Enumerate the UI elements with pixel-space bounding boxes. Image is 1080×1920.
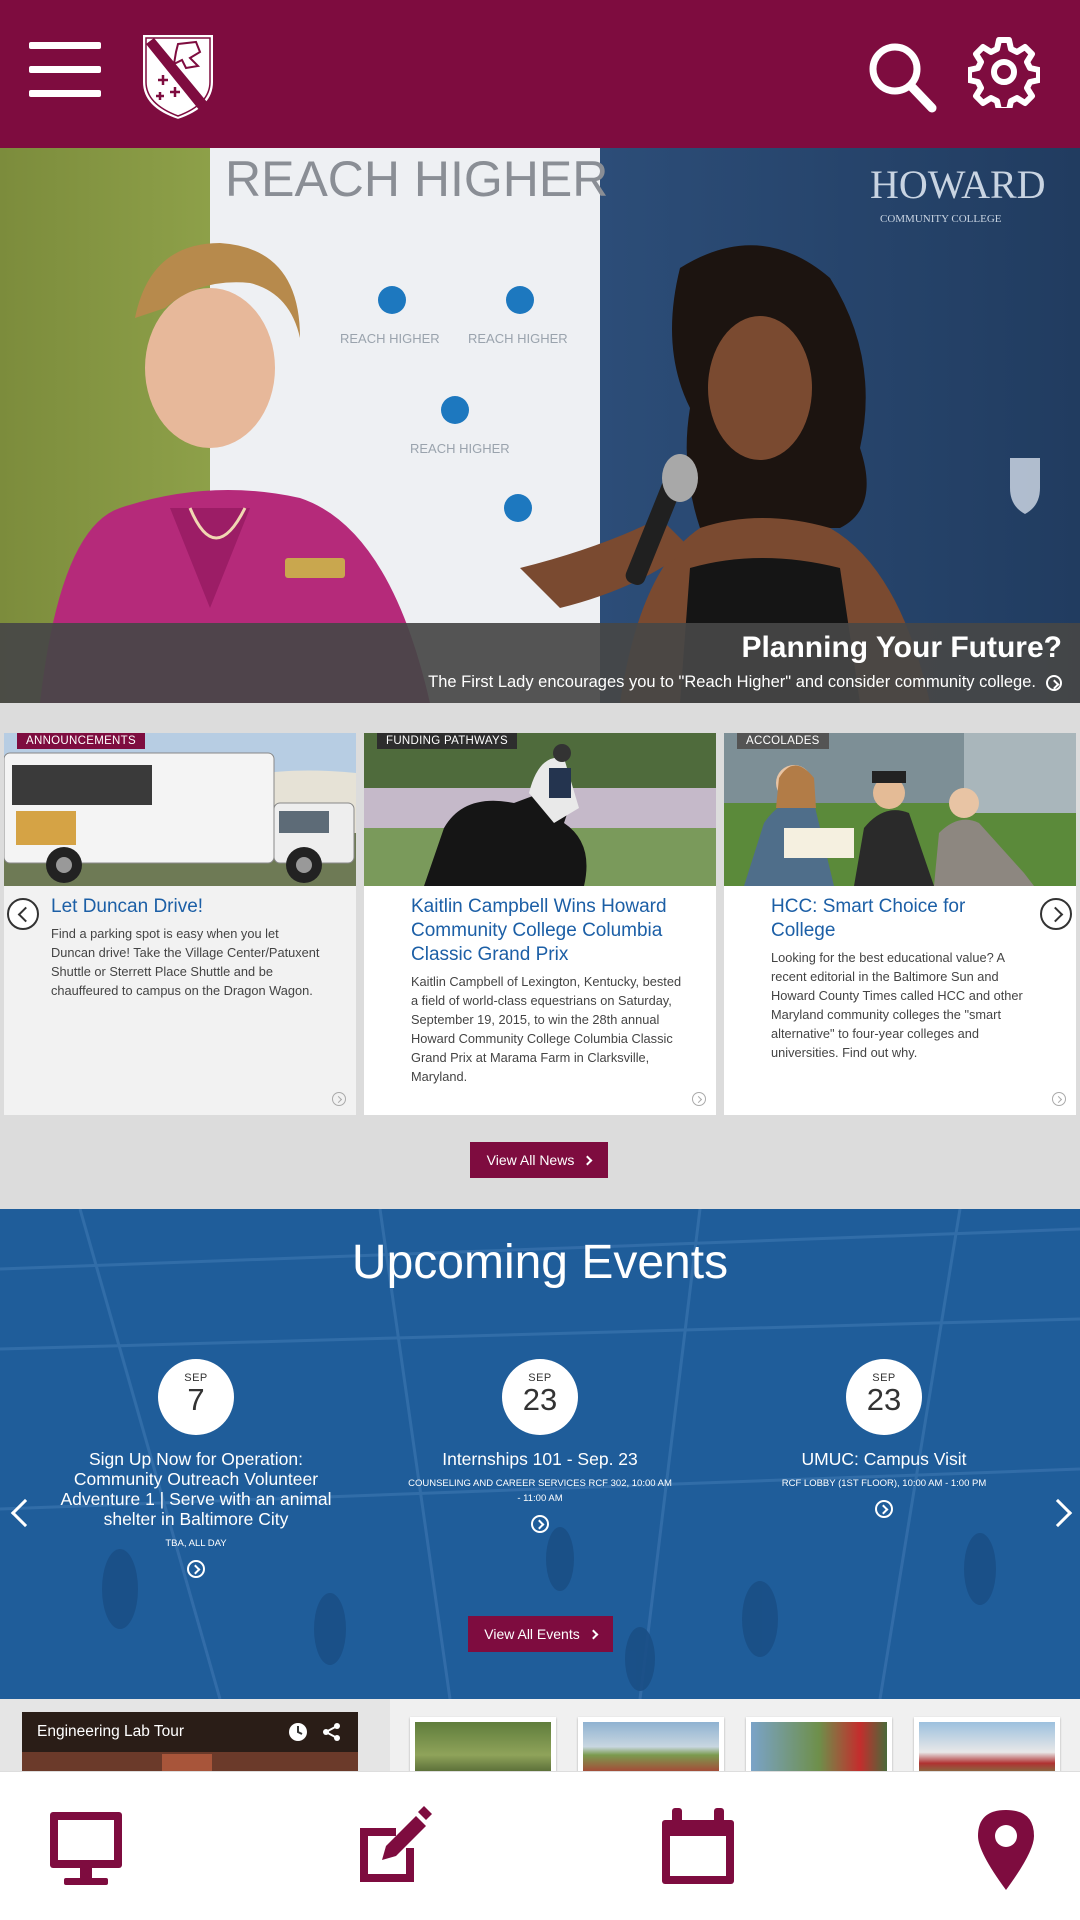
video-title: Engineering Lab Tour (37, 1723, 185, 1740)
gallery-thumbnail[interactable] (410, 1717, 556, 1771)
edit-icon[interactable] (352, 1806, 432, 1890)
hero-subtitle-text: The First Lady encourages you to "Reach … (428, 673, 1036, 691)
location-pin-icon[interactable] (966, 1806, 1046, 1890)
app-header (0, 0, 1080, 148)
search-icon[interactable] (866, 40, 938, 114)
news-card[interactable]: ANNOUNCEMENTS Let Duncan Drive! Find a p… (4, 733, 356, 1115)
event-title[interactable]: Sign Up Now for Operation: Community Out… (51, 1449, 341, 1529)
event-date-badge: SEP 23 (846, 1359, 922, 1435)
news-card-title[interactable]: Kaitlin Campbell Wins Howard Community C… (411, 895, 701, 967)
circle-arrow-icon[interactable] (332, 1092, 346, 1106)
hero-banner[interactable]: REACH HIGHER REACH HIGHER REACH HIGHER R… (0, 148, 1080, 703)
news-card-body: Find a parking spot is easy when you let… (51, 926, 320, 998)
svg-text:REACH HIGHER: REACH HIGHER (410, 441, 510, 456)
news-card-image: FUNDING PATHWAYS (364, 733, 716, 886)
gear-icon[interactable] (968, 36, 1040, 108)
svg-text:COMMUNITY COLLEGE: COMMUNITY COLLEGE (880, 213, 1002, 225)
news-card-image: ACCOLADES (724, 733, 1076, 886)
circle-arrow-icon[interactable] (1052, 1092, 1066, 1106)
hero-subtitle: The First Lady encourages you to "Reach … (428, 673, 1062, 692)
desktop-icon[interactable] (46, 1806, 126, 1890)
event-day: 23 (522, 1382, 558, 1417)
clock-icon[interactable] (288, 1722, 308, 1742)
news-card-title[interactable]: Let Duncan Drive! (51, 895, 331, 919)
event-title[interactable]: UMUC: Campus Visit (739, 1449, 1029, 1469)
bottom-tab-bar (0, 1771, 1080, 1920)
news-card-image: ANNOUNCEMENTS (4, 733, 356, 886)
news-card-body: Kaitlin Campbell of Lexington, Kentucky,… (411, 974, 682, 1084)
circle-arrow-icon[interactable] (875, 1500, 893, 1518)
hero-caption[interactable]: Planning Your Future? The First Lady enc… (0, 623, 1080, 703)
news-card[interactable]: ACCOLADES HCC: Smart Choice for College … (724, 733, 1076, 1115)
events-next-arrow-icon[interactable] (1050, 1494, 1072, 1530)
event-day: 7 (187, 1382, 205, 1417)
events-prev-arrow-icon[interactable] (8, 1494, 30, 1530)
event-location: COUNSELING AND CAREER SERVICES RCF 302, … (408, 1478, 672, 1504)
event-item[interactable]: SEP 7 Sign Up Now for Operation: Communi… (51, 1359, 341, 1578)
media-section: Engineering Lab Tour (0, 1699, 1080, 1771)
event-day: 23 (866, 1382, 902, 1417)
news-section: ANNOUNCEMENTS Let Duncan Drive! Find a p… (0, 703, 1080, 1209)
gallery-thumbnail[interactable] (746, 1717, 892, 1771)
svg-text:REACH HIGHER: REACH HIGHER (340, 331, 440, 346)
chevron-right-icon (588, 1629, 599, 1639)
news-card-tag: FUNDING PATHWAYS (377, 733, 517, 749)
hero-photo: REACH HIGHER REACH HIGHER REACH HIGHER R… (0, 148, 1080, 703)
circle-arrow-icon[interactable] (531, 1515, 549, 1533)
circle-arrow-icon[interactable] (692, 1092, 706, 1106)
video-player[interactable]: Engineering Lab Tour (22, 1712, 358, 1771)
news-next-arrow-icon[interactable] (1040, 898, 1072, 930)
events-heading: Upcoming Events (351, 1236, 729, 1289)
college-sign-text: HOWARD (870, 162, 1046, 207)
view-all-news-button[interactable]: View All News (470, 1142, 608, 1178)
gallery-thumbnail[interactable] (914, 1717, 1060, 1771)
svg-text:REACH HIGHER: REACH HIGHER (468, 331, 568, 346)
college-crest-icon[interactable] (138, 30, 218, 124)
event-item[interactable]: SEP 23 Internships 101 - Sep. 23 COUNSEL… (395, 1359, 685, 1533)
view-all-events-label: View All Events (484, 1626, 580, 1642)
gallery-thumbnail[interactable] (578, 1717, 724, 1771)
circle-arrow-icon[interactable] (1046, 674, 1062, 691)
event-date-badge: SEP 23 (502, 1359, 578, 1435)
event-title[interactable]: Internships 101 - Sep. 23 (395, 1449, 685, 1469)
news-prev-arrow-icon[interactable] (7, 898, 39, 930)
events-section: Upcoming Events SEP 7 Sign Up Now for Op… (0, 1209, 1080, 1699)
circle-arrow-icon[interactable] (187, 1560, 205, 1578)
photo-gallery (390, 1699, 1080, 1771)
news-card[interactable]: FUNDING PATHWAYS Kaitlin Campbell Wins H… (364, 733, 716, 1115)
news-card-tag: ACCOLADES (737, 733, 829, 749)
view-all-news-label: View All News (486, 1152, 575, 1168)
chevron-right-icon (582, 1155, 593, 1165)
hamburger-menu-icon[interactable] (29, 42, 101, 98)
hero-title: Planning Your Future? (741, 631, 1062, 664)
calendar-icon[interactable] (658, 1806, 738, 1890)
news-card-body: Looking for the best educational value? … (771, 950, 1023, 1060)
event-date-badge: SEP 7 (158, 1359, 234, 1435)
news-card-title[interactable]: HCC: Smart Choice for College (771, 895, 1011, 943)
hero-banner-text: REACH HIGHER (225, 151, 608, 207)
share-icon[interactable] (322, 1722, 342, 1742)
event-item[interactable]: SEP 23 UMUC: Campus Visit RCF LOBBY (1ST… (739, 1359, 1029, 1518)
event-location: RCF LOBBY (1ST FLOOR), 10:00 AM - 1:00 P… (781, 1478, 987, 1489)
view-all-events-button[interactable]: View All Events (468, 1616, 613, 1652)
news-card-tag: ANNOUNCEMENTS (17, 733, 145, 749)
event-location: TBA, ALL DAY (165, 1538, 227, 1549)
